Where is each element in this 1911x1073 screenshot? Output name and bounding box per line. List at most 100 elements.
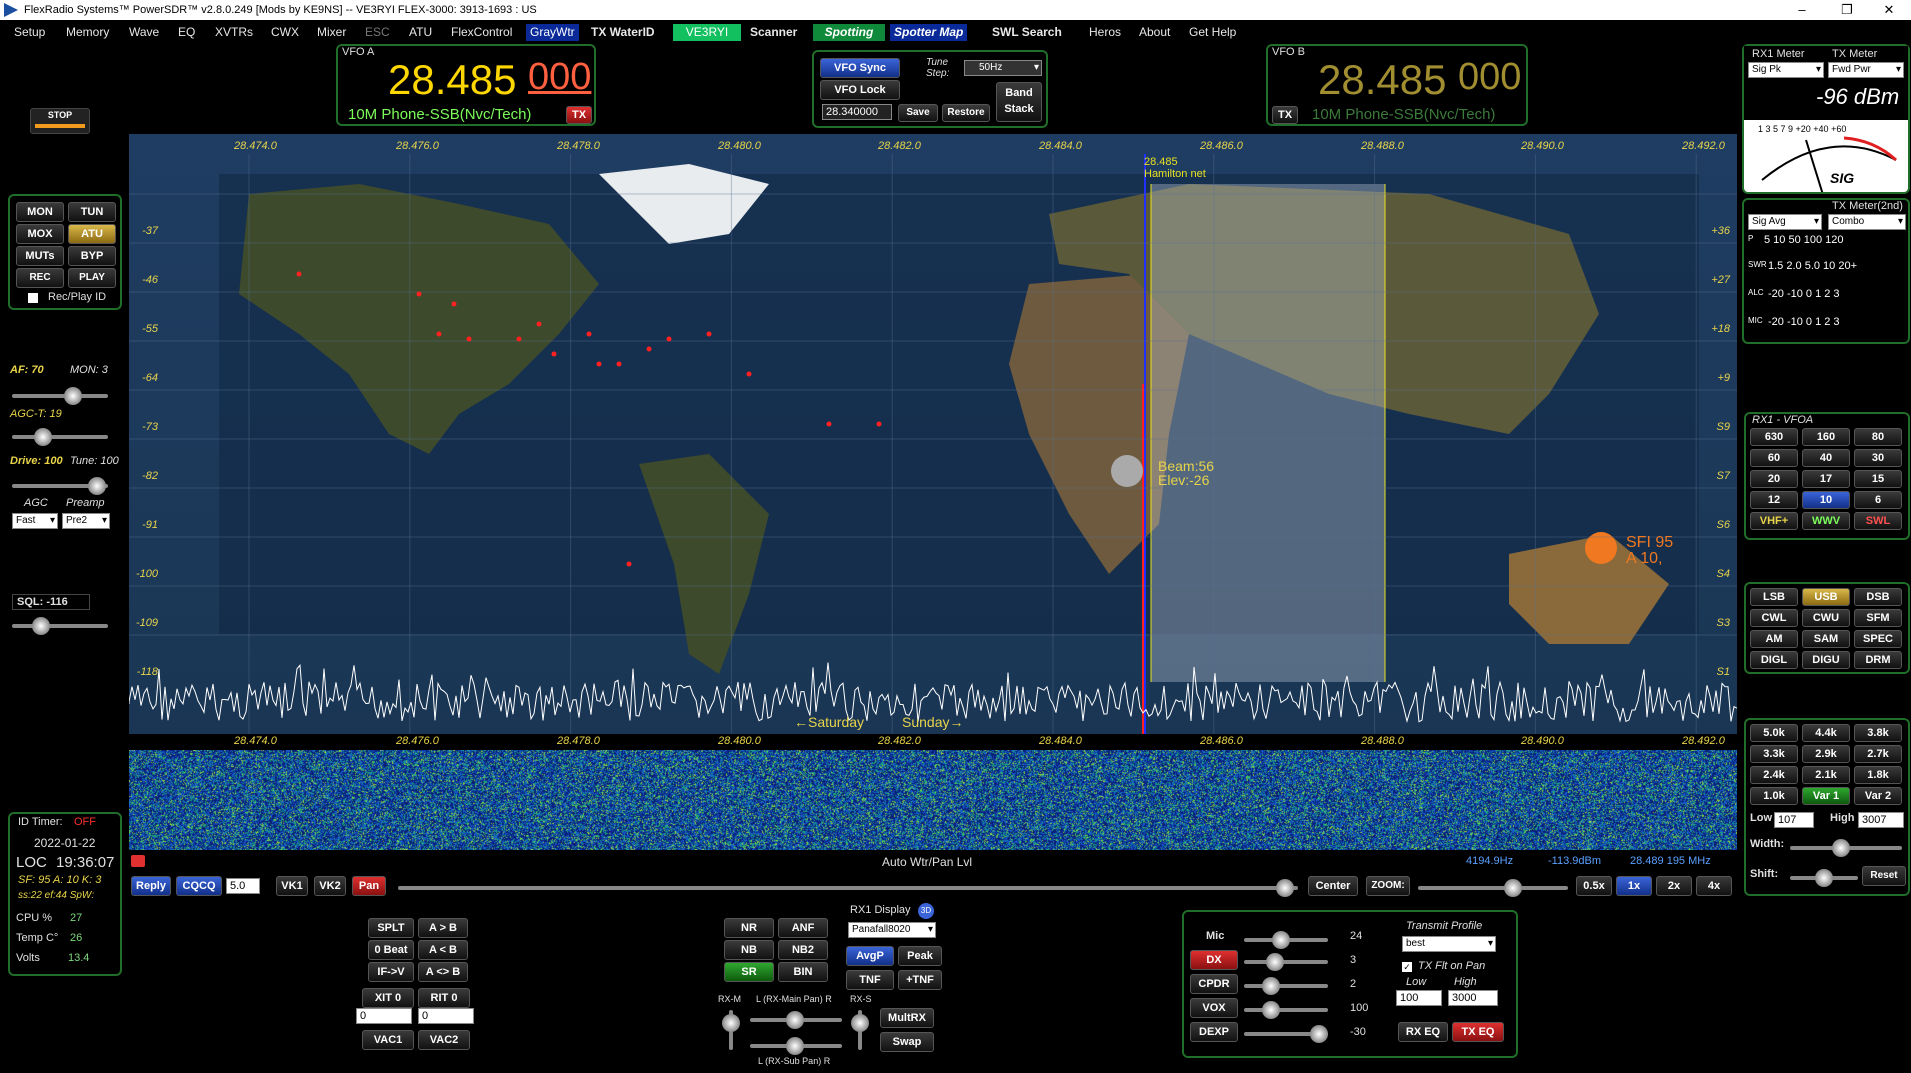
b-to-a-button[interactable]: A < B: [418, 940, 468, 960]
filter-shift-thumb[interactable]: [1815, 869, 1833, 887]
filter-1k-button[interactable]: 1.0k: [1750, 787, 1798, 805]
pan-button[interactable]: Pan: [352, 876, 386, 896]
band-40-button[interactable]: 40: [1802, 449, 1850, 467]
auto-wtr-pan-lvl-label[interactable]: Auto Wtr/Pan Lvl: [882, 855, 972, 869]
filter-4-4k-button[interactable]: 4.4k: [1802, 724, 1850, 742]
tx-meter-2nd-right-select[interactable]: Combo: [1828, 214, 1906, 230]
vfo-a-freq-sub[interactable]: 000: [528, 56, 591, 99]
reply-button[interactable]: Reply: [131, 876, 171, 896]
spot-marker[interactable]: [551, 351, 557, 357]
zero-beat-button[interactable]: 0 Beat: [368, 940, 414, 960]
vfo-lock-button[interactable]: VFO Lock: [820, 80, 900, 100]
menu-esc[interactable]: ESC: [361, 24, 394, 41]
zoom-label-button[interactable]: ZOOM:: [1366, 876, 1410, 896]
tx-profile-select[interactable]: best: [1402, 936, 1496, 952]
mode-am-button[interactable]: AM: [1750, 630, 1798, 648]
xit-value-field[interactable]: 0: [356, 1008, 412, 1024]
a-swap-b-button[interactable]: A <> B: [418, 962, 468, 982]
vac1-button[interactable]: VAC1: [362, 1030, 414, 1050]
spot-marker[interactable]: [876, 421, 882, 427]
plus-tnf-button[interactable]: +TNF: [898, 970, 942, 990]
minimize-icon[interactable]: –: [1780, 0, 1824, 20]
sub-pan-slider[interactable]: [750, 1037, 842, 1055]
vfo-a-freq[interactable]: 28.485: [388, 56, 516, 104]
mode-sfm-button[interactable]: SFM: [1854, 609, 1902, 627]
main-pan-thumb[interactable]: [786, 1011, 804, 1029]
sr-button[interactable]: SR: [724, 962, 774, 982]
band-30-button[interactable]: 30: [1854, 449, 1902, 467]
sub-pan-thumb[interactable]: [786, 1037, 804, 1055]
nr-button[interactable]: NR: [724, 918, 774, 938]
spot-marker[interactable]: [706, 331, 712, 337]
peak-button[interactable]: Peak: [898, 946, 942, 966]
band-80-button[interactable]: 80: [1854, 428, 1902, 446]
rx-meter-mode-select[interactable]: Sig Pk: [1748, 62, 1824, 78]
tx-meter-mode-select[interactable]: Fwd Pwr: [1828, 62, 1904, 78]
center-button[interactable]: Center: [1308, 876, 1358, 896]
menu-spotting[interactable]: Spotting: [813, 24, 885, 41]
mode-cwu-button[interactable]: CWU: [1802, 609, 1850, 627]
recplay-checkbox[interactable]: [28, 293, 38, 303]
spot-marker[interactable]: [516, 336, 522, 342]
filter-var1-button[interactable]: Var 1: [1802, 787, 1850, 805]
menu-heros[interactable]: Heros: [1085, 24, 1125, 41]
zoom-slider-thumb[interactable]: [1504, 879, 1522, 897]
zoom-slider[interactable]: [1418, 879, 1568, 897]
menu-mixer[interactable]: Mixer: [313, 24, 350, 41]
filter-width-thumb[interactable]: [1832, 839, 1850, 857]
mode-digl-button[interactable]: DIGL: [1750, 651, 1798, 669]
main-pan-slider[interactable]: [750, 1011, 842, 1029]
af-slider-thumb[interactable]: [64, 387, 82, 405]
cqcq-button[interactable]: CQCQ: [176, 876, 222, 896]
save-button[interactable]: Save: [898, 104, 938, 122]
spot-marker[interactable]: [451, 301, 457, 307]
dexp-button[interactable]: DEXP: [1190, 1022, 1238, 1042]
band-swl-button[interactable]: SWL: [1854, 512, 1902, 530]
af-slider[interactable]: [12, 387, 108, 405]
menu-flexcontrol[interactable]: FlexControl: [447, 24, 516, 41]
rx-m-slider[interactable]: [722, 1010, 740, 1050]
nb-button[interactable]: NB: [724, 940, 774, 960]
filter-passband[interactable]: [1151, 184, 1385, 682]
avgp-button[interactable]: AvgP: [846, 946, 894, 966]
tx-high-field[interactable]: 3000: [1448, 990, 1498, 1006]
panadapter-display[interactable]: [129, 134, 1737, 734]
cpdr-thumb[interactable]: [1262, 977, 1280, 995]
atu-button[interactable]: ATU: [68, 224, 116, 244]
vac2-button[interactable]: VAC2: [418, 1030, 470, 1050]
swap-button[interactable]: Swap: [880, 1032, 934, 1052]
spot-marker[interactable]: [586, 331, 592, 337]
rec-button[interactable]: REC: [16, 268, 64, 288]
filter-2-9k-button[interactable]: 2.9k: [1802, 745, 1850, 763]
anf-button[interactable]: ANF: [778, 918, 828, 938]
band-20-button[interactable]: 20: [1750, 470, 1798, 488]
band-vhf-button[interactable]: VHF+: [1750, 512, 1798, 530]
rit-value-field[interactable]: 0: [418, 1008, 474, 1024]
memory-freq-field[interactable]: 28.340000: [822, 104, 892, 120]
spot-marker[interactable]: [616, 361, 622, 367]
menu-spotter-map[interactable]: Spotter Map: [890, 24, 968, 41]
menu-graywtr[interactable]: GrayWtr: [526, 24, 579, 41]
filter-high-field[interactable]: 3007: [1858, 812, 1904, 828]
vox-slider[interactable]: [1244, 1001, 1328, 1019]
tx-low-field[interactable]: 100: [1396, 990, 1442, 1006]
band-stack-button[interactable]: Band Stack: [996, 82, 1042, 122]
vfo-a-tx-button[interactable]: TX: [566, 106, 592, 124]
menu-about[interactable]: About: [1135, 24, 1174, 41]
mic-slider[interactable]: [1244, 931, 1328, 949]
menu-scanner[interactable]: Scanner: [746, 24, 801, 41]
dx-slider[interactable]: [1244, 953, 1328, 971]
record-icon[interactable]: [131, 855, 145, 867]
3d-toggle-icon[interactable]: 3D: [918, 903, 934, 919]
cq-interval-field[interactable]: 5.0: [226, 878, 260, 894]
spot-marker[interactable]: [666, 336, 672, 342]
stop-button[interactable]: STOP: [30, 108, 90, 134]
dexp-thumb[interactable]: [1310, 1025, 1328, 1043]
spot-marker[interactable]: [536, 321, 542, 327]
if-to-v-button[interactable]: IF->V: [368, 962, 414, 982]
filter-2-4k-button[interactable]: 2.4k: [1750, 766, 1798, 784]
mic-thumb[interactable]: [1272, 931, 1290, 949]
play-button[interactable]: PLAY: [68, 268, 116, 288]
rx-s-slider[interactable]: [851, 1010, 869, 1050]
menu-eq[interactable]: EQ: [174, 24, 199, 41]
